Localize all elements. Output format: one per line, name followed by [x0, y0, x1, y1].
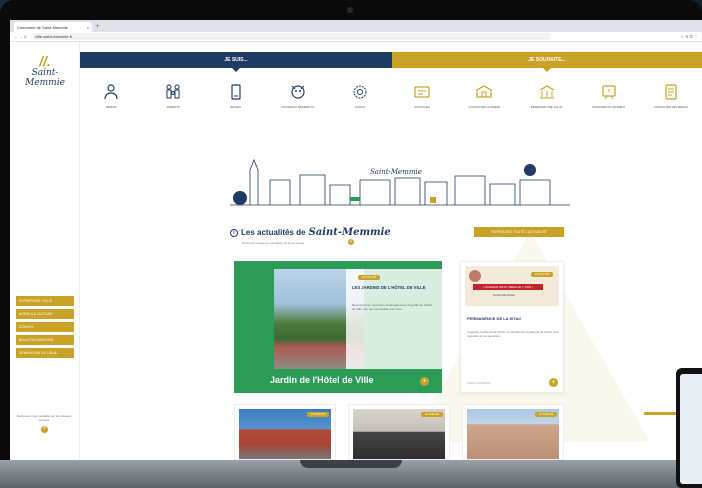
contact-icon	[476, 85, 492, 98]
quick-links: SENIOR PARENTS JEUNES NOUVEAUX RESIDENTS	[80, 82, 702, 142]
sidebar: //. Saint-Memmie ENTREPRISE / ELUS AGEND…	[10, 42, 80, 460]
all-news-button[interactable]: RETROUVEZ TOUTE L'ACTUALITÉ	[474, 227, 564, 237]
quick-link-senior[interactable]: SENIOR	[80, 82, 142, 142]
news-card-sitac[interactable]: ACTUALITÉ L'AGENCE SITAC SERA LE 7 JUIN …	[460, 261, 564, 393]
smartphone	[676, 368, 702, 488]
browser-actions[interactable]: ☆ ✕ ⊡ ⋮	[680, 34, 698, 39]
sidebar-note: Retrouvez notre actualité sur les réseau…	[16, 414, 72, 422]
news-title: i Les actualités de Saint-Memmie	[230, 227, 391, 238]
news-title-town: Saint-Memmie	[308, 227, 391, 238]
info-icon: i	[230, 228, 238, 237]
quick-link-label: CONTACTER LA MAIRIE	[468, 105, 501, 109]
logo-mark: //.	[39, 53, 51, 69]
tab-je-souhaite[interactable]: JE SOUHAITE...	[392, 52, 702, 72]
quick-link-reserver[interactable]: RESERVER UNE SALLE	[515, 82, 577, 142]
browser-addressbar: ← → C ville-saint-memmie.fr ☆ ✕ ⊡ ⋮	[10, 32, 702, 42]
phone-screen	[680, 374, 702, 484]
card-date: Publié le 01/06/2023	[467, 382, 491, 385]
news-thumbnails: ACTUALITÉ ACTUALITÉ ACTUALITÉ	[234, 404, 564, 460]
worker-icon	[353, 85, 367, 99]
camera-icon	[347, 7, 353, 13]
card-badge: ACTUALITÉ	[307, 412, 329, 417]
family-icon	[166, 84, 180, 99]
card-badge: ACTUALITÉ	[535, 412, 557, 417]
browser-tab[interactable]: Commune de Saint-Memmie ×	[14, 22, 92, 32]
sidebar-button[interactable]: ENTREPRISE / ELUS	[16, 296, 74, 306]
sidebar-button[interactable]: CONSEIL	[16, 322, 74, 332]
skyline-logo-text: Saint-Memmie	[370, 168, 422, 176]
sidebar-button[interactable]: AGENDA & CULTURE	[16, 309, 74, 319]
quick-link-label: SENIOR	[105, 105, 117, 109]
card-badge: ACTUALITÉ	[531, 272, 553, 277]
phone-accent-line	[644, 412, 678, 415]
close-icon[interactable]: ×	[87, 25, 89, 30]
quick-link-label: JEUNES	[229, 105, 242, 109]
quick-link-label: NOUVEAUX RESIDENTS	[281, 105, 314, 109]
laptop-screen: Commune de Saint-Memmie × + ← → C ville-…	[10, 20, 702, 460]
quick-link-parents[interactable]: PARENTS	[142, 82, 204, 142]
quick-link-menus[interactable]: CONSULTER LES MENUS	[640, 82, 702, 142]
card-text-panel	[346, 269, 442, 369]
card-excerpt: L'agence mobile de la SITAC se tiendra s…	[467, 330, 559, 338]
quick-link-actifs[interactable]: ACTIFS	[329, 82, 391, 142]
poster-band: L'AGENCE SITAC SERA LE 7 JUIN !	[473, 284, 543, 290]
person-icon	[104, 84, 118, 100]
url-field[interactable]: ville-saint-memmie.fr	[31, 33, 552, 40]
tab-title: Commune de Saint-Memmie	[17, 24, 68, 30]
card-badge: ACTUALITÉ	[421, 412, 443, 417]
quick-link-jeunes[interactable]: JEUNES	[204, 82, 266, 142]
quick-link-postuler[interactable]: POSTULER	[391, 82, 453, 142]
room-icon	[539, 85, 554, 99]
audience-nav: JE SUIS... JE SOUHAITE...	[80, 52, 702, 72]
event-poster: ACTUALITÉ L'AGENCE SITAC SERA LE 7 JUIN …	[465, 266, 559, 306]
quick-link-label: SIGNALER UN INCIDENT	[592, 105, 626, 109]
sidebar-button[interactable]: BULLETIN MUNICIPAL	[16, 335, 74, 345]
incident-icon	[602, 85, 616, 100]
new-tab-button[interactable]: +	[96, 22, 100, 32]
quick-link-signaler[interactable]: SIGNALER UN INCIDENT	[578, 82, 640, 142]
quick-link-label: ACTIFS	[354, 105, 365, 109]
card-title[interactable]: LES JARDINS DE L'HÔTEL DE VILLE	[352, 285, 432, 290]
news-card-featured[interactable]: ACTUALITÉ LES JARDINS DE L'HÔTEL DE VILL…	[234, 261, 442, 393]
card-caption: Jardin de l'Hôtel de Ville	[270, 375, 374, 385]
quick-link-nouveaux-residents[interactable]: NOUVEAUX RESIDENTS	[267, 82, 329, 142]
quick-link-label: RESERVER UNE SALLE	[530, 105, 563, 109]
card-badge: ACTUALITÉ	[358, 275, 380, 280]
quick-link-label: PARENTS	[166, 105, 180, 109]
tab-je-suis[interactable]: JE SUIS...	[80, 52, 392, 72]
plus-icon[interactable]: +	[549, 378, 558, 387]
quick-link-label: POSTULER	[414, 105, 430, 109]
logo[interactable]: //. Saint-Memmie	[18, 54, 72, 88]
logo-text: Saint-Memmie	[25, 68, 65, 88]
avatar	[469, 270, 481, 282]
laptop-notch	[300, 460, 402, 468]
card-title[interactable]: PERMANENCE DE LA SITAC	[467, 316, 559, 321]
news-title-prefix: Les actualités de	[241, 228, 306, 237]
laptop-frame: Commune de Saint-Memmie × + ← → C ville-…	[0, 0, 702, 470]
news-card[interactable]: ACTUALITÉ	[234, 404, 336, 460]
menu-icon	[665, 84, 677, 100]
main-content: JE SUIS... JE SOUHAITE... SENIOR PARENTS	[80, 42, 702, 460]
poster-logo-text: Saint-Memmie	[493, 293, 516, 297]
website: //. Saint-Memmie ENTREPRISE / ELUS AGEND…	[10, 42, 702, 460]
sidebar-button[interactable]: DEMARCHES EN LIGNE	[16, 348, 74, 358]
news-card[interactable]: ACTUALITÉ	[462, 404, 564, 460]
card-excerpt: Découvrez les nouveaux aménagements du j…	[352, 303, 432, 311]
town-skyline-illustration: Saint-Memmie	[230, 158, 570, 206]
plus-icon[interactable]: +	[348, 239, 354, 245]
quick-link-label: CONSULTER LES MENUS	[653, 105, 688, 109]
new-resident-icon	[291, 85, 305, 99]
plus-icon[interactable]: +	[41, 426, 48, 433]
plus-icon[interactable]: +	[420, 377, 429, 386]
news-card[interactable]: ACTUALITÉ	[348, 404, 450, 460]
quick-link-contacter[interactable]: CONTACTER LA MAIRIE	[453, 82, 515, 142]
news-subtitle: Retrouvez toutes les actualités de la co…	[242, 241, 305, 245]
apply-icon	[414, 86, 430, 98]
youth-icon	[230, 84, 241, 100]
nav-buttons[interactable]: ← → C	[14, 34, 27, 39]
sidebar-buttons: ENTREPRISE / ELUS AGENDA & CULTURE CONSE…	[16, 296, 74, 358]
browser-tabbar: Commune de Saint-Memmie × +	[10, 20, 702, 32]
